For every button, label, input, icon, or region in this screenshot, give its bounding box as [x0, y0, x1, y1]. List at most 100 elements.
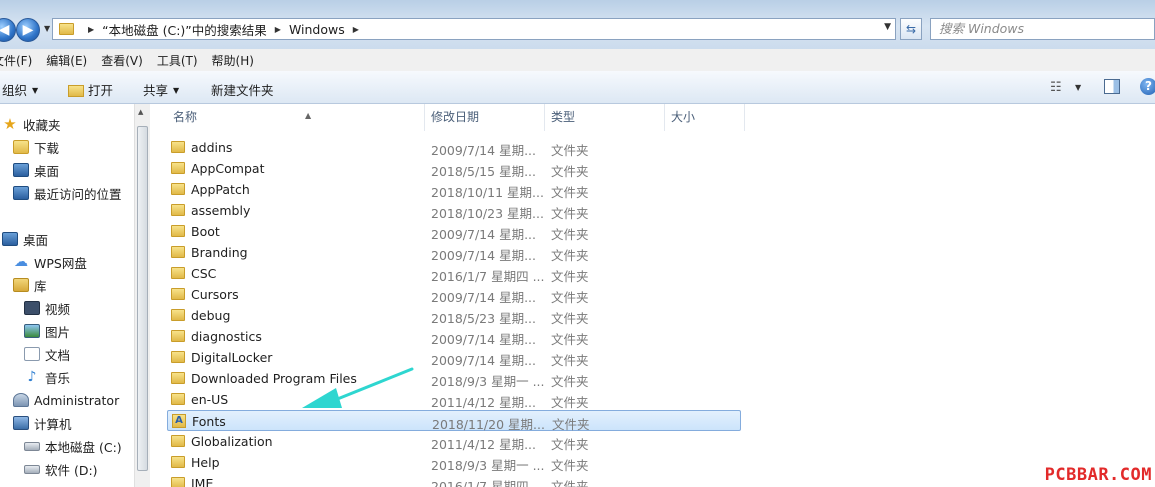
nav-pictures[interactable]: 图片 — [24, 320, 70, 342]
cell-date: 2009/7/14 星期... — [431, 227, 536, 242]
folder-icon — [171, 351, 185, 363]
table-row[interactable]: Downloaded Program Files 2018/9/3 星期一 ...… — [167, 368, 741, 389]
organize-button[interactable]: 组织 ▼ — [2, 80, 38, 99]
table-row[interactable]: Boot 2009/7/14 星期... 文件夹 — [167, 221, 741, 242]
column-header-date[interactable]: 修改日期 — [425, 104, 545, 131]
back-button[interactable]: ◀ — [0, 18, 16, 42]
folder-icon — [171, 435, 185, 447]
view-dropdown-icon[interactable]: ▼ — [1075, 83, 1081, 92]
table-row[interactable]: A Fonts 2018/11/20 星期... 文件夹 — [167, 410, 741, 432]
chevron-right-icon[interactable]: ▶ — [353, 25, 359, 34]
nav-library[interactable]: 库 — [13, 274, 47, 296]
cell-name: addins — [191, 140, 233, 155]
nav-label: 桌面 — [23, 232, 49, 248]
column-header-name[interactable]: ▲ 名称 — [167, 104, 425, 131]
table-row[interactable]: debug 2018/5/23 星期... 文件夹 — [167, 305, 741, 326]
refresh-button[interactable]: ⇆ — [900, 18, 922, 40]
column-header-size[interactable]: 大小 — [665, 104, 745, 131]
nav-drive-c[interactable]: 本地磁盘 (C:) — [24, 435, 122, 457]
cell-name: AppPatch — [191, 182, 250, 197]
folder-icon — [171, 309, 185, 321]
nav-label: 桌面 — [34, 163, 60, 179]
search-input[interactable]: 搜索 Windows — [930, 18, 1155, 40]
history-dropdown-icon[interactable]: ▼ — [44, 24, 50, 33]
nav-drive-d[interactable]: 软件 (D:) — [24, 458, 98, 480]
path-dropdown-icon[interactable]: ▼ — [884, 22, 891, 32]
nav-downloads[interactable]: 下载 — [13, 136, 59, 158]
open-folder-icon — [68, 85, 84, 97]
table-row[interactable]: AppCompat 2018/5/15 星期... 文件夹 — [167, 158, 741, 179]
fonts-folder-icon: A — [172, 414, 186, 428]
breadcrumb-windows[interactable]: Windows — [289, 22, 345, 37]
cell-type: 文件夹 — [551, 437, 589, 452]
table-row[interactable]: DigitalLocker 2009/7/14 星期... 文件夹 — [167, 347, 741, 368]
cell-name: Branding — [191, 245, 248, 260]
table-row[interactable]: AppPatch 2018/10/11 星期... 文件夹 — [167, 179, 741, 200]
nav-label: 音乐 — [45, 370, 71, 386]
column-header-type[interactable]: 类型 — [545, 104, 665, 131]
cell-type: 文件夹 — [551, 290, 589, 305]
nav-label: 本地磁盘 (C:) — [45, 439, 122, 455]
nav-documents[interactable]: 文档 — [24, 343, 70, 365]
table-row[interactable]: Branding 2009/7/14 星期... 文件夹 — [167, 242, 741, 263]
menu-file[interactable]: 文件(F) — [0, 52, 40, 69]
table-row[interactable]: addins 2009/7/14 星期... 文件夹 — [167, 137, 741, 158]
breadcrumb-search-results[interactable]: “本地磁盘 (C:)”中的搜索结果 — [102, 20, 267, 39]
table-row[interactable]: en-US 2011/4/12 星期... 文件夹 — [167, 389, 741, 410]
forward-button[interactable]: ▶ — [16, 18, 40, 42]
nav-administrator[interactable]: Administrator — [13, 389, 119, 411]
chevron-down-icon: ▼ — [32, 86, 39, 95]
cell-type: 文件夹 — [551, 185, 589, 200]
nav-videos[interactable]: 视频 — [24, 297, 70, 319]
nav-scrollbar[interactable]: ▲ — [134, 104, 150, 487]
cell-name: IME — [191, 476, 214, 487]
folder-icon — [171, 246, 185, 258]
nav-label: 下载 — [34, 140, 60, 156]
menu-edit[interactable]: 编辑(E) — [46, 52, 95, 69]
cloud-icon: ☁ — [14, 254, 28, 270]
cell-date: 2018/9/3 星期一 ... — [431, 458, 545, 473]
computer-icon — [13, 416, 29, 430]
table-row[interactable]: Help 2018/9/3 星期一 ... 文件夹 — [167, 452, 741, 473]
cell-type: 文件夹 — [551, 248, 589, 263]
column-label: 名称 — [173, 110, 198, 124]
nav-desktop[interactable]: 桌面 — [2, 228, 48, 250]
drive-icon — [24, 464, 40, 474]
open-button[interactable]: 打开 — [68, 80, 113, 99]
path-field[interactable]: ▶ “本地磁盘 (C:)”中的搜索结果 ▶ Windows ▶ ▼ — [52, 18, 896, 40]
help-icon[interactable]: ? — [1140, 78, 1155, 95]
nav-label: 计算机 — [34, 416, 72, 432]
nav-favorites[interactable]: ★ 收藏夹 — [2, 113, 60, 135]
share-button[interactable]: 共享 ▼ — [143, 80, 179, 99]
nav-label: 文档 — [45, 347, 71, 363]
nav-recent-places[interactable]: 最近访问的位置 — [13, 182, 122, 204]
nav-music[interactable]: ♪ 音乐 — [24, 366, 70, 388]
menu-help[interactable]: 帮助(H) — [212, 52, 262, 69]
cell-type: 文件夹 — [551, 269, 589, 284]
menu-view[interactable]: 查看(V) — [101, 52, 151, 69]
star-icon: ★ — [3, 115, 17, 133]
document-icon — [24, 347, 40, 361]
nav-scroll-thumb[interactable] — [137, 126, 148, 471]
cell-type: 文件夹 — [551, 332, 589, 347]
nav-computer[interactable]: 计算机 — [13, 412, 72, 434]
scroll-up-icon[interactable]: ▲ — [138, 108, 143, 116]
preview-pane-icon[interactable] — [1104, 79, 1120, 94]
cell-name: assembly — [191, 203, 251, 218]
table-row[interactable]: assembly 2018/10/23 星期... 文件夹 — [167, 200, 741, 221]
menu-tools[interactable]: 工具(T) — [157, 52, 206, 69]
table-row[interactable]: Cursors 2009/7/14 星期... 文件夹 — [167, 284, 741, 305]
pictures-icon — [24, 324, 40, 338]
table-row[interactable]: Globalization 2011/4/12 星期... 文件夹 — [167, 431, 741, 452]
chevron-right-icon[interactable]: ▶ — [275, 25, 281, 34]
view-options-icon[interactable]: ☷ — [1050, 80, 1062, 95]
new-folder-button[interactable]: 新建文件夹 — [211, 80, 274, 99]
nav-desktop-favorite[interactable]: 桌面 — [13, 159, 59, 181]
table-row[interactable]: IME 2016/1/7 星期四 ... 文件夹 — [167, 473, 741, 487]
table-row[interactable]: diagnostics 2009/7/14 星期... 文件夹 — [167, 326, 741, 347]
nav-wps-cloud[interactable]: ☁ WPS网盘 — [13, 251, 87, 273]
cell-date: 2009/7/14 星期... — [431, 290, 536, 305]
chevron-right-icon[interactable]: ▶ — [88, 25, 94, 34]
chevron-down-icon: ▼ — [173, 86, 180, 95]
table-row[interactable]: CSC 2016/1/7 星期四 ... 文件夹 — [167, 263, 741, 284]
